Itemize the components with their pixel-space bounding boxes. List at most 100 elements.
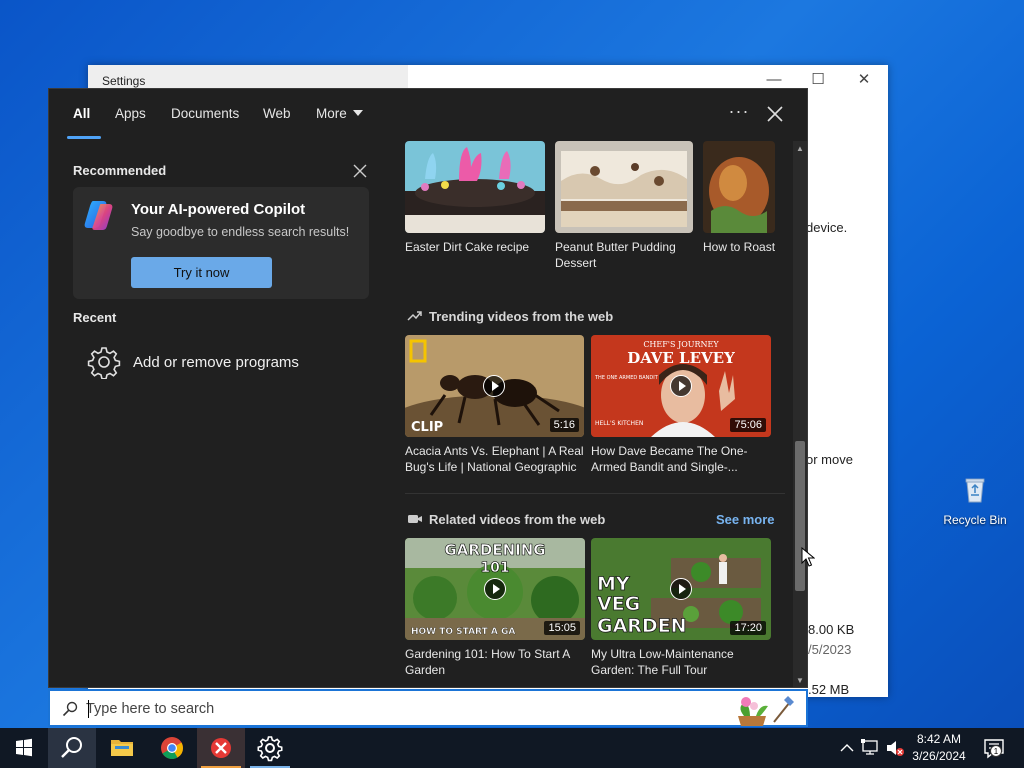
recipe-caption-1[interactable]: Easter Dirt Cake recipe — [405, 239, 545, 255]
search-icon — [62, 701, 78, 717]
video-overlay-journey: CHEF'S JOURNEY — [643, 340, 719, 349]
recipe-caption-3[interactable]: How to Roast — [703, 239, 783, 255]
trending-heading: Trending videos from the web — [429, 309, 614, 324]
video-duration: 5:16 — [549, 418, 579, 432]
video-overlay-name: DAVE LEVEY — [627, 349, 735, 367]
copilot-title: Your AI-powered Copilot — [131, 201, 306, 218]
trending-video-thumbnail-1[interactable]: CLIP 5:16 — [405, 335, 584, 437]
settings-text-device: device. — [806, 220, 848, 235]
play-icon — [670, 375, 692, 397]
taskbar-search-button[interactable] — [48, 728, 96, 768]
video-overlay-veg: VEG — [597, 593, 640, 615]
close-icon[interactable] — [764, 103, 786, 125]
results-pane: Easter Dirt Cake recipe Peanut Butter Pu… — [405, 139, 793, 687]
scrollbar-track[interactable] — [793, 141, 807, 687]
maximize-button[interactable]: ☐ — [808, 71, 828, 89]
section-divider — [405, 493, 785, 494]
recipe-caption-2[interactable]: Peanut Butter Pudding Dessert — [555, 239, 693, 271]
video-overlay-hells-kitchen: HELL'S KITCHEN — [595, 420, 643, 427]
recycle-bin[interactable]: Recycle Bin — [940, 474, 1010, 527]
related-video-thumbnail-1[interactable]: GARDENING 101 HOW TO START A GA 15:05 — [405, 538, 585, 640]
settings-taskbar-button[interactable] — [246, 728, 294, 768]
related-video-title-2[interactable]: My Ultra Low-Maintenance Garden: The Ful… — [591, 646, 771, 678]
recipe-image-roast — [703, 141, 775, 233]
video-overlay-gardening: GARDENING — [444, 541, 545, 559]
gear-icon — [87, 347, 121, 379]
see-more-link[interactable]: See more — [716, 512, 775, 527]
close-app-icon — [211, 738, 231, 758]
search-bar[interactable] — [48, 689, 808, 727]
tab-all[interactable]: All — [73, 106, 90, 121]
recycle-bin-label: Recycle Bin — [943, 513, 1007, 527]
trending-video-title-1[interactable]: Acacia Ants Vs. Elephant | A Real Bug's … — [405, 443, 585, 475]
notification-count-badge: 1 — [990, 745, 1002, 757]
video-duration: 17:20 — [730, 621, 766, 635]
search-highlight-art-icon — [738, 696, 794, 726]
taskbar: 8:42 AM 3/26/2024 1 — [0, 728, 1024, 768]
settings-size-1: 8.00 KB — [808, 622, 855, 637]
clock-time: 8:42 AM — [916, 732, 962, 746]
app-x-button[interactable] — [197, 728, 245, 768]
video-overlay-my: MY — [597, 573, 630, 595]
video-duration: 15:05 — [544, 621, 580, 635]
search-tabs: All Apps Documents Web More ··· — [49, 89, 807, 139]
tab-web[interactable]: Web — [263, 106, 291, 121]
play-icon — [484, 578, 506, 600]
minimize-button[interactable]: — — [764, 71, 784, 89]
scroll-up-icon[interactable]: ▲ — [796, 145, 804, 153]
settings-text-move: or move — [806, 452, 853, 467]
scroll-down-icon[interactable]: ▼ — [796, 677, 804, 685]
file-explorer-button[interactable] — [98, 728, 146, 768]
video-overlay-garden: GARDEN — [597, 615, 687, 637]
recipe-image-dirt-cake — [405, 141, 545, 233]
close-button[interactable]: ✕ — [854, 71, 874, 89]
try-it-now-button[interactable]: Try it now — [131, 257, 272, 288]
mouse-cursor-icon — [801, 547, 815, 567]
network-icon[interactable] — [860, 728, 882, 768]
recipe-thumbnail-2[interactable] — [555, 141, 693, 233]
text-caret — [88, 700, 89, 718]
trending-video-title-2[interactable]: How Dave Became The One-Armed Bandit and… — [591, 443, 761, 475]
related-video-thumbnail-2[interactable]: MY VEG GARDEN 17:20 — [591, 538, 771, 640]
recipe-thumbnail-3[interactable] — [703, 141, 775, 233]
recent-item-add-remove-programs[interactable]: Add or remove programs — [87, 343, 357, 381]
video-overlay-clip: CLIP — [411, 420, 443, 435]
volume-muted-icon[interactable] — [884, 728, 906, 768]
search-panel: All Apps Documents Web More ··· Recommen… — [48, 88, 808, 688]
recommended-heading: Recommended — [73, 163, 167, 178]
settings-date: /5/2023 — [808, 642, 852, 657]
more-options-icon[interactable]: ··· — [725, 101, 753, 125]
copilot-card[interactable]: Your AI-powered Copilot Say goodbye to e… — [73, 187, 369, 299]
chrome-button[interactable] — [148, 728, 196, 768]
folder-icon — [111, 740, 133, 756]
show-hidden-icons-icon[interactable] — [838, 728, 856, 768]
start-button[interactable] — [0, 728, 48, 768]
system-clock[interactable]: 8:42 AM 3/26/2024 — [904, 731, 974, 765]
trending-video-thumbnail-2[interactable]: CHEF'S JOURNEY DAVE LEVEY THE ONE ARMED … — [591, 335, 771, 437]
recycle-bin-icon — [965, 478, 985, 503]
recent-item-label: Add or remove programs — [133, 354, 299, 371]
gear-icon — [257, 736, 283, 762]
play-icon — [670, 578, 692, 600]
settings-size-2: .52 MB — [808, 682, 850, 697]
clock-date: 3/26/2024 — [912, 749, 966, 763]
recipe-thumbnail-1[interactable] — [405, 141, 545, 233]
active-tab-indicator — [67, 136, 101, 139]
video-camera-icon — [408, 515, 422, 523]
tab-more[interactable]: More — [316, 106, 363, 121]
tab-apps[interactable]: Apps — [115, 106, 146, 121]
search-input[interactable] — [86, 697, 686, 721]
video-duration: 75:06 — [730, 418, 766, 432]
dismiss-icon[interactable] — [352, 163, 368, 179]
copilot-subtitle: Say goodbye to endless search results! — [131, 225, 350, 239]
tab-documents[interactable]: Documents — [171, 106, 239, 121]
video-overlay-101: 101 — [480, 560, 509, 576]
related-video-title-1[interactable]: Gardening 101: How To Start A Garden — [405, 646, 585, 678]
settings-title: Settings — [102, 74, 146, 88]
scrollbar-thumb[interactable] — [795, 441, 805, 591]
chevron-down-icon — [352, 110, 363, 116]
play-icon — [483, 375, 505, 397]
related-heading: Related videos from the web — [429, 512, 606, 527]
windows-logo-icon — [16, 738, 32, 757]
copilot-icon — [84, 201, 113, 230]
